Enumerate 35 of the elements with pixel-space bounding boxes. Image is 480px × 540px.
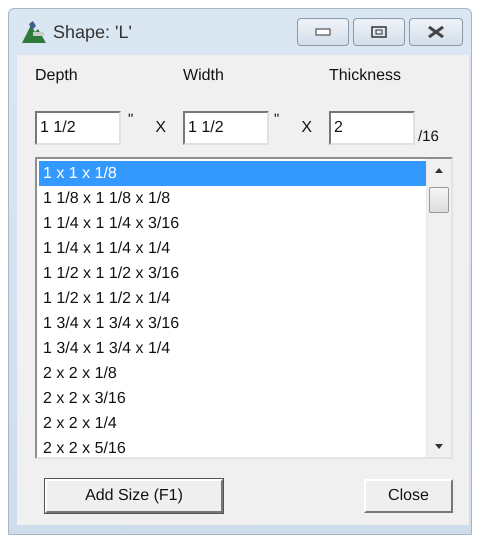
close-icon (426, 25, 446, 39)
size-list[interactable] (35, 157, 453, 459)
app-icon (21, 20, 47, 44)
size-item[interactable]: 1 1/8 x 1 1/8 x 1/8 (39, 186, 426, 211)
size-item[interactable]: 2 x 2 x 1/4 (39, 411, 426, 436)
size-item[interactable]: 2 x 2 x 5/16 (39, 436, 426, 461)
field-label: Width (183, 67, 225, 85)
scrollbar[interactable] (426, 159, 451, 457)
times-label: X (301, 119, 312, 137)
close-window-button[interactable] (409, 18, 463, 46)
size-item[interactable]: 1 3/4 x 1 3/4 x 3/16 (39, 311, 426, 336)
size-field[interactable]: 1 1/2 (183, 111, 269, 145)
maximize-icon (371, 26, 387, 38)
size-item[interactable]: 2 x 2 x 3/16 (39, 386, 426, 411)
times-label: X (155, 119, 166, 137)
field-label: Depth (35, 67, 79, 85)
size-field[interactable]: 2 (329, 111, 415, 145)
size-item[interactable]: 1 1/2 x 1 1/2 x 3/16 (39, 261, 426, 286)
dialog-button[interactable]: Close (364, 479, 453, 513)
field-label: Thickness (329, 67, 402, 85)
scroll-thumb[interactable] (429, 187, 449, 213)
maximize-button[interactable] (353, 18, 405, 46)
unit-label: /16 (418, 128, 439, 145)
size-field[interactable]: 1 1/2 (35, 111, 121, 145)
unit-label: " (128, 111, 134, 128)
window-title: Shape: 'L' (53, 22, 133, 42)
size-item[interactable]: 1 1/4 x 1 1/4 x 1/4 (39, 236, 426, 261)
size-item[interactable]: 1 1/2 x 1 1/2 x 1/4 (39, 286, 426, 311)
size-item[interactable]: 1 3/4 x 1 3/4 x 1/4 (39, 336, 426, 361)
dialog-button[interactable]: Add Size (F1) (45, 479, 223, 513)
size-item[interactable]: 2 x 2 x 1/8 (39, 361, 426, 386)
minimize-button[interactable] (297, 18, 349, 46)
size-item[interactable]: 1 1/4 x 1 1/4 x 3/16 (39, 211, 426, 236)
minimize-icon (315, 28, 331, 36)
unit-label: " (274, 111, 280, 128)
